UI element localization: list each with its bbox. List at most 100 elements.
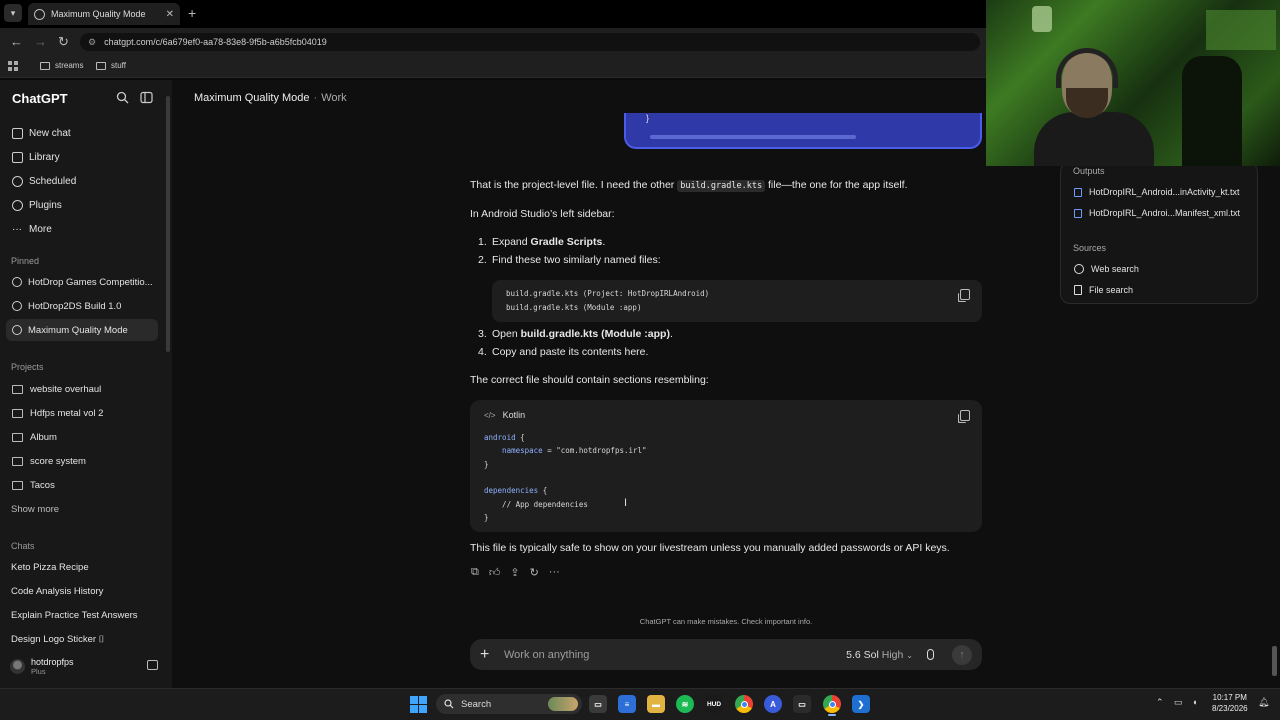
scheduled-button[interactable]: Scheduled (12, 171, 76, 191)
network-icon[interactable]: ▭ (1174, 697, 1183, 708)
bookmark-streams[interactable]: streams (40, 61, 83, 70)
pinned-heading: Pinned (11, 256, 40, 266)
browser-tab[interactable]: Maximum Quality Mode ✕ (28, 3, 180, 25)
user-name: hotdropfps (31, 657, 74, 667)
project-hdfps-metal[interactable]: Hdfps metal vol 2 (12, 403, 103, 423)
chrome-active-icon[interactable] (823, 695, 841, 713)
main-scrollbar[interactable] (1272, 646, 1277, 676)
hud-fx-icon[interactable]: HUD (705, 695, 723, 713)
add-attachment-icon[interactable]: + (480, 646, 504, 664)
user-plan: Plus (31, 667, 46, 676)
source-file-search[interactable]: File search (1074, 285, 1133, 295)
volume-icon[interactable]: ◖ (1192, 697, 1197, 707)
chat-item[interactable]: Design Logo Sticker ⌷ (11, 629, 104, 649)
folder-icon (12, 408, 23, 418)
taskbar (0, 688, 1280, 720)
folder-icon (12, 384, 23, 394)
chat-item[interactable]: Explain Practice Test Answers (11, 605, 138, 625)
regenerate-icon[interactable]: ↻ (530, 566, 539, 579)
chat-bubble-icon (12, 325, 22, 335)
project-score-system[interactable]: score system (12, 451, 86, 471)
forward-icon[interactable]: → (34, 34, 47, 49)
toggle-sidebar-icon[interactable] (140, 91, 153, 104)
notepad-icon[interactable]: ≡ (618, 695, 636, 713)
start-button[interactable] (409, 695, 427, 713)
list-item: 4. Copy and paste its contents here. (478, 346, 649, 358)
code-line: namespace = "com.hotdropfps.irl" (484, 446, 647, 455)
terminal-icon[interactable]: ▭ (793, 695, 811, 713)
bubble-scrollbar[interactable] (650, 135, 856, 139)
prompt-input[interactable]: Work on anything (504, 649, 589, 661)
share-icon[interactable]: ⇪ (510, 566, 519, 579)
project-website-overhaul[interactable]: website overhaul (12, 379, 101, 399)
chat-item[interactable]: Code Analysis History (11, 581, 103, 601)
outputs-heading: Outputs (1073, 166, 1105, 176)
close-tab-icon[interactable]: ✕ (166, 9, 174, 20)
code-line: android { (484, 433, 525, 442)
more-options-icon[interactable]: ··· (549, 566, 560, 579)
code-line: dependencies { (484, 486, 548, 495)
model-selector[interactable]: 5.6 Sol High ⌄ (846, 649, 913, 661)
copy-icon[interactable] (960, 289, 970, 300)
breadcrumb: Maximum Quality Mode · Work (194, 92, 347, 104)
task-view-icon[interactable]: ▭ (589, 695, 607, 713)
pinned-chat-hotdrop2ds[interactable]: HotDrop2DS Build 1.0 (6, 295, 158, 317)
kotlin-code-block: </> Kotlin android { namespace = "com.ho… (470, 400, 982, 532)
chat-bubble-icon (12, 301, 22, 311)
code-line: // App dependencies (484, 500, 588, 509)
chat-bubble-icon (12, 277, 22, 287)
chat-item[interactable]: Keto Pizza Recipe (11, 557, 89, 577)
reload-icon[interactable]: ↻ (58, 34, 69, 50)
bookmark-stuff[interactable]: stuff (96, 61, 126, 70)
projects-heading: Projects (11, 362, 44, 372)
taskbar-search[interactable]: Search (436, 694, 582, 714)
page-title[interactable]: Maximum Quality Mode (194, 92, 310, 104)
copy-icon[interactable] (960, 410, 970, 421)
spotify-icon[interactable]: ≋ (676, 695, 694, 713)
send-button[interactable]: ↑ (952, 644, 972, 665)
show-hidden-icons[interactable]: ⌃ (1156, 697, 1164, 708)
new-chat-button[interactable]: New chat (12, 123, 71, 143)
microphone-icon[interactable] (927, 649, 934, 660)
search-chats-icon[interactable] (116, 91, 129, 104)
composer[interactable]: + Work on anything 5.6 Sol High ⌄ ↑ (470, 639, 982, 670)
mode-label[interactable]: Work (321, 92, 346, 104)
plugins-button[interactable]: Plugins (12, 195, 62, 215)
site-info-icon[interactable]: ⚙ (88, 37, 96, 48)
brand-logo[interactable]: ChatGPT (12, 91, 68, 106)
notification-bell-icon[interactable]: 🔔︎ (1258, 697, 1269, 708)
output-file[interactable]: HotDropIRL_Android...inActivity_kt.txt (1074, 187, 1240, 197)
show-more-link[interactable]: Show more (11, 499, 59, 519)
source-web-search[interactable]: Web search (1074, 264, 1139, 274)
project-tacos[interactable]: Tacos (12, 475, 55, 495)
pinned-chat-hotdrop-games[interactable]: HotDrop Games Competitio... (6, 271, 158, 293)
new-window-icon[interactable] (147, 660, 158, 670)
chrome-icon[interactable] (735, 695, 753, 713)
library-button[interactable]: Library (12, 147, 60, 167)
ellipsis-icon: ··· (12, 223, 22, 235)
document-icon (1074, 187, 1082, 197)
pinned-chat-maximum-quality[interactable]: Maximum Quality Mode (6, 319, 158, 341)
file-explorer-icon[interactable]: ▬ (647, 695, 665, 713)
output-file[interactable]: HotDropIRL_Androi...Manifest_xml.txt (1074, 208, 1240, 218)
activity-panel (1060, 162, 1258, 304)
copy-icon[interactable]: ⧉ (471, 566, 479, 579)
code-language: Kotlin (502, 410, 526, 420)
user-profile[interactable]: hotdropfps Plus (10, 657, 74, 676)
more-button[interactable]: ··· More (12, 219, 52, 239)
feedback-icon[interactable]: 👍︎ (489, 566, 501, 579)
back-icon[interactable]: ← (10, 34, 23, 49)
compose-icon (12, 127, 23, 139)
vscode-icon[interactable]: ❯ (852, 695, 870, 713)
apps-grid-icon[interactable] (8, 61, 18, 71)
sidebar-scrollbar[interactable] (166, 96, 170, 352)
project-album[interactable]: Album (12, 427, 57, 447)
address-bar[interactable]: ⚙ chatgpt.com/c/6a679ef0-aa78-83e8-9f5b-… (80, 33, 980, 51)
clock[interactable]: 10:17 PM 8/23/2026 (1212, 692, 1248, 714)
app-store-icon[interactable]: A (764, 695, 782, 713)
tab-search-icon[interactable]: ▾ (4, 4, 22, 22)
chevron-down-icon: ⌄ (906, 650, 913, 660)
new-tab-icon[interactable]: + (188, 5, 196, 21)
folder-icon (12, 480, 23, 490)
list-item: 2. Find these two similarly named files: (478, 254, 661, 266)
